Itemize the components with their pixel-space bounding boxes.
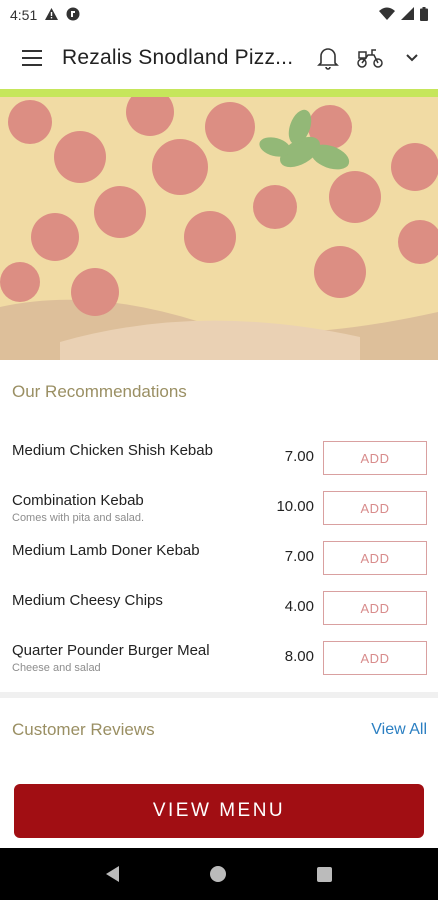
back-icon[interactable]: [105, 866, 119, 882]
app-title: Rezalis Snodland Pizz...: [62, 46, 294, 69]
signal-icon: [401, 7, 414, 23]
list-item: Combination Kebab Comes with pita and sa…: [0, 486, 438, 536]
view-menu-button[interactable]: VIEW MENU: [14, 784, 424, 838]
list-item: Medium Cheesy Chips 4.00 ADD: [0, 586, 438, 636]
item-description: Comes with pita and salad.: [12, 512, 145, 524]
delivery-scooter-icon[interactable]: [356, 44, 384, 72]
list-item: Quarter Pounder Burger Meal Cheese and s…: [0, 636, 438, 686]
hero-pizza-image: [0, 97, 438, 360]
item-name: Combination Kebab: [12, 492, 144, 509]
reviews-title: Customer Reviews: [12, 720, 155, 739]
item-price: 4.00: [284, 598, 314, 615]
chevron-down-icon[interactable]: [398, 44, 426, 72]
section-divider: [0, 692, 438, 698]
add-button[interactable]: ADD: [323, 641, 427, 675]
view-all-link[interactable]: View All: [371, 721, 427, 739]
item-price: 7.00: [284, 448, 314, 465]
add-button[interactable]: ADD: [323, 591, 427, 625]
accent-line: [0, 89, 438, 97]
item-price: 8.00: [284, 648, 314, 665]
add-button[interactable]: ADD: [323, 541, 427, 575]
item-name: Medium Chicken Shish Kebab: [12, 442, 213, 459]
item-price: 7.00: [284, 548, 314, 565]
item-description: Cheese and salad: [12, 662, 101, 674]
list-item: Medium Lamb Doner Kebab 7.00 ADD: [0, 536, 438, 586]
item-price: 10.00: [276, 498, 314, 515]
recents-icon[interactable]: [317, 866, 333, 882]
vpn-icon: [66, 7, 80, 24]
add-button[interactable]: ADD: [323, 491, 427, 525]
recommendations-list: Medium Chicken Shish Kebab 7.00 ADD Comb…: [0, 436, 438, 686]
item-name: Medium Cheesy Chips: [12, 592, 163, 609]
bell-icon[interactable]: [314, 44, 342, 72]
alert-icon: [45, 7, 59, 23]
add-button[interactable]: ADD: [323, 441, 427, 475]
recommendations-title: Our Recommendations: [12, 382, 187, 401]
wifi-icon: [379, 7, 395, 23]
system-nav-bar: [0, 848, 438, 900]
battery-icon: [420, 6, 428, 24]
app-bar: Rezalis Snodland Pizz...: [0, 30, 438, 86]
item-name: Medium Lamb Doner Kebab: [12, 542, 200, 559]
list-item: Medium Chicken Shish Kebab 7.00 ADD: [0, 436, 438, 486]
menu-icon[interactable]: [12, 38, 52, 78]
status-bar: 4:51: [0, 0, 438, 30]
status-time: 4:51: [10, 7, 38, 23]
item-name: Quarter Pounder Burger Meal: [12, 642, 210, 659]
home-icon[interactable]: [209, 866, 226, 882]
